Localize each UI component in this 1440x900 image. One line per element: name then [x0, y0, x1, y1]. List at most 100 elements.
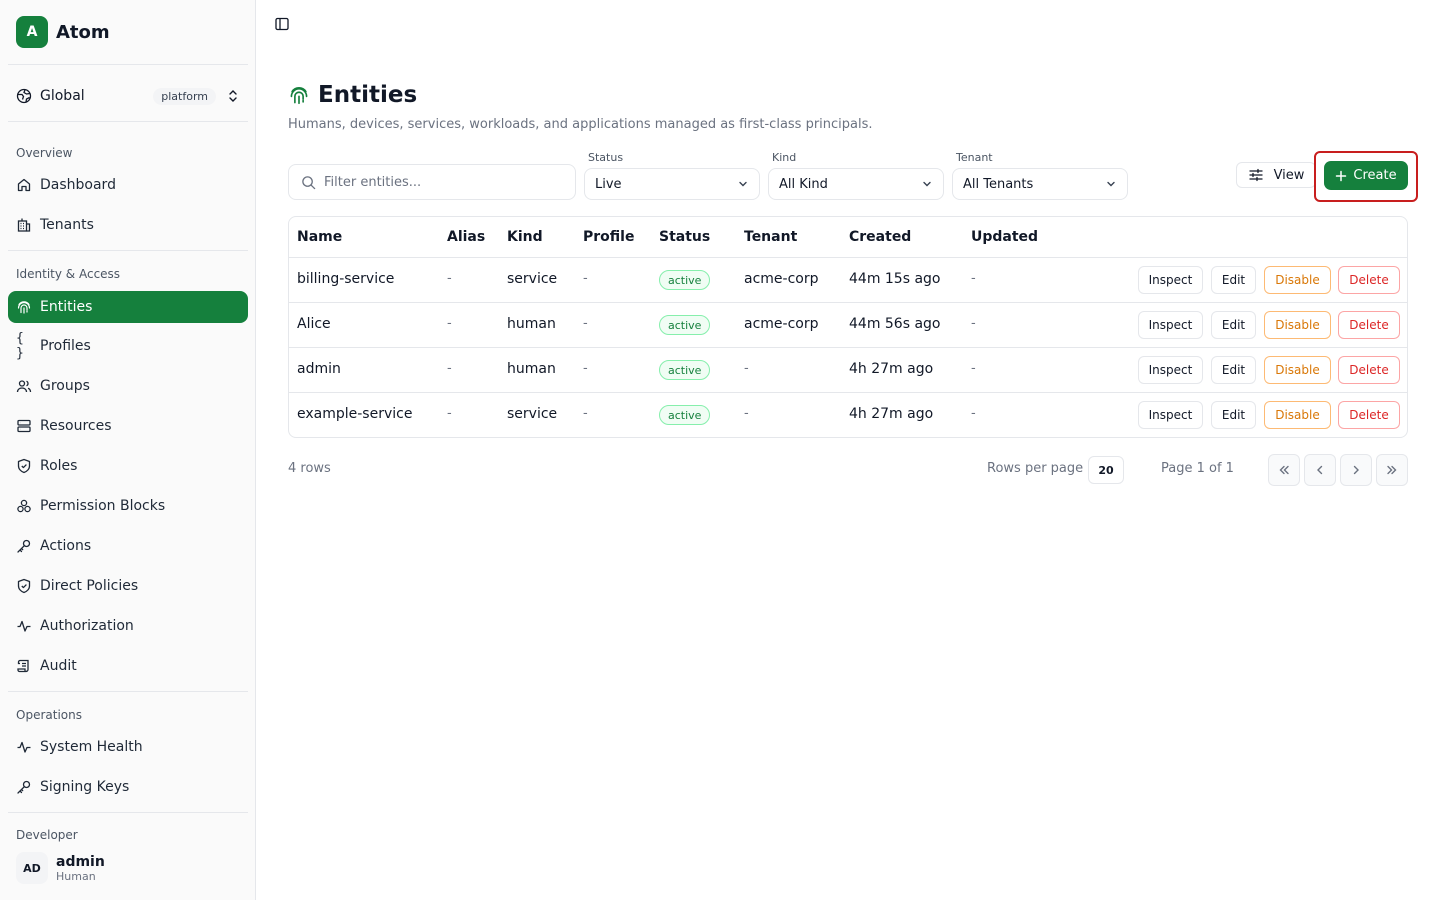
cell-kind: service [507, 271, 558, 287]
cell-kind: human [507, 361, 556, 377]
table-row[interactable]: example-service - service - active - 4h … [289, 393, 1407, 437]
cell-updated: - [971, 361, 976, 376]
sidebar-item-system-health[interactable]: System Health [8, 731, 248, 763]
globe-icon [16, 88, 32, 104]
key-icon [16, 779, 32, 795]
sidebar-item-dashboard[interactable]: Dashboard [8, 169, 248, 201]
sidebar-item-signing-keys[interactable]: Signing Keys [8, 771, 248, 803]
divider [8, 250, 248, 251]
edit-button[interactable]: Edit [1211, 401, 1256, 429]
sidebar-item-label: Profiles [40, 338, 91, 354]
table-row[interactable]: Alice - human - active acme-corp 44m 56s… [289, 303, 1407, 348]
section-label-identity: Identity & Access [16, 267, 121, 281]
delete-button[interactable]: Delete [1338, 401, 1400, 429]
plus-icon [1335, 170, 1347, 182]
cell-tenant: - [744, 361, 749, 376]
scope-label: Global [40, 88, 85, 104]
table-row[interactable]: billing-service - service - active acme-… [289, 258, 1407, 303]
view-button[interactable]: View [1236, 162, 1316, 188]
divider [8, 812, 248, 813]
sidebar-item-authorization[interactable]: Authorization [8, 610, 248, 642]
inspect-button[interactable]: Inspect [1138, 356, 1203, 384]
disable-button[interactable]: Disable [1264, 356, 1331, 384]
column-header-kind[interactable]: Kind [507, 229, 543, 245]
chevron-down-icon [921, 178, 933, 190]
chevrons-up-down-icon [226, 89, 240, 103]
edit-button[interactable]: Edit [1211, 266, 1256, 294]
building-icon [16, 217, 32, 233]
section-label-developer: Developer [16, 828, 78, 842]
disable-button[interactable]: Disable [1264, 401, 1331, 429]
column-header-alias[interactable]: Alias [447, 229, 485, 245]
sidebar-item-roles[interactable]: Roles [8, 450, 248, 482]
key-icon [16, 538, 32, 554]
first-page-button[interactable] [1268, 454, 1300, 486]
last-page-button[interactable] [1376, 454, 1408, 486]
scope-switcher[interactable]: Global platform [8, 80, 248, 112]
sidebar-item-actions[interactable]: Actions [8, 530, 248, 562]
cell-kind: human [507, 316, 556, 332]
disable-button[interactable]: Disable [1264, 266, 1331, 294]
sidebar: A Atom Global platform Overview Dashboar… [0, 0, 256, 900]
cell-tenant: acme-corp [744, 271, 819, 287]
search-box[interactable] [288, 164, 576, 200]
sidebar-item-tenants[interactable]: Tenants [8, 209, 248, 241]
previous-page-button[interactable] [1304, 454, 1336, 486]
column-header-tenant[interactable]: Tenant [744, 229, 797, 245]
column-header-created[interactable]: Created [849, 229, 911, 245]
inspect-button[interactable]: Inspect [1138, 266, 1203, 294]
chevron-down-icon [737, 178, 749, 190]
tenant-select[interactable]: All Tenants [952, 168, 1128, 200]
inspect-button[interactable]: Inspect [1138, 311, 1203, 339]
search-icon [301, 175, 316, 190]
cell-name: example-service [297, 406, 413, 422]
sidebar-item-profiles[interactable]: { } Profiles [8, 330, 248, 362]
rows-per-page-select[interactable]: 20 [1088, 456, 1124, 484]
cell-profile: - [583, 271, 588, 286]
activity-icon [16, 618, 32, 634]
column-header-profile[interactable]: Profile [583, 229, 634, 245]
status-select-value: Live [595, 176, 622, 192]
edit-button[interactable]: Edit [1211, 311, 1256, 339]
sidebar-item-direct-policies[interactable]: Direct Policies [8, 570, 248, 602]
row-count: 4 rows [288, 461, 331, 476]
disable-button[interactable]: Disable [1264, 311, 1331, 339]
cell-name: Alice [297, 316, 331, 332]
status-select[interactable]: Live [584, 168, 760, 200]
sidebar-item-entities[interactable]: Entities [8, 291, 248, 323]
inspect-button[interactable]: Inspect [1138, 401, 1203, 429]
sidebar-item-groups[interactable]: Groups [8, 370, 248, 402]
cell-alias: - [447, 271, 452, 286]
page-subtitle: Humans, devices, services, workloads, an… [288, 117, 873, 132]
sidebar-item-label: Permission Blocks [40, 498, 166, 514]
sidebar-item-resources[interactable]: Resources [8, 410, 248, 442]
cell-alias: - [447, 316, 452, 331]
kind-filter-label: Kind [772, 151, 797, 164]
cell-tenant: acme-corp [744, 316, 819, 332]
sidebar-item-audit[interactable]: Audit [8, 650, 248, 682]
edit-button[interactable]: Edit [1211, 356, 1256, 384]
chevron-left-icon [1313, 463, 1327, 477]
cell-alias: - [447, 361, 452, 376]
delete-button[interactable]: Delete [1338, 356, 1400, 384]
user-menu[interactable]: AD admin Human [16, 848, 105, 888]
brand[interactable]: A Atom [16, 16, 110, 48]
brand-logo: A [16, 16, 48, 48]
cell-created: 4h 27m ago [849, 406, 934, 422]
search-input[interactable] [324, 174, 554, 190]
delete-button[interactable]: Delete [1338, 311, 1400, 339]
sidebar-toggle-icon[interactable] [274, 16, 290, 32]
column-header-status[interactable]: Status [659, 229, 710, 245]
create-button[interactable]: Create [1324, 161, 1408, 190]
kind-select[interactable]: All Kind [768, 168, 944, 200]
next-page-button[interactable] [1340, 454, 1372, 486]
delete-button[interactable]: Delete [1338, 266, 1400, 294]
column-header-updated[interactable]: Updated [971, 229, 1038, 245]
sidebar-item-label: Entities [40, 299, 93, 315]
sidebar-item-permission-blocks[interactable]: Permission Blocks [8, 490, 248, 522]
cell-kind: service [507, 406, 558, 422]
page-title: Entities [318, 82, 418, 108]
column-header-name[interactable]: Name [297, 229, 342, 245]
table-row[interactable]: admin - human - active - 4h 27m ago - In… [289, 348, 1407, 393]
page-info: Page 1 of 1 [1161, 461, 1234, 476]
